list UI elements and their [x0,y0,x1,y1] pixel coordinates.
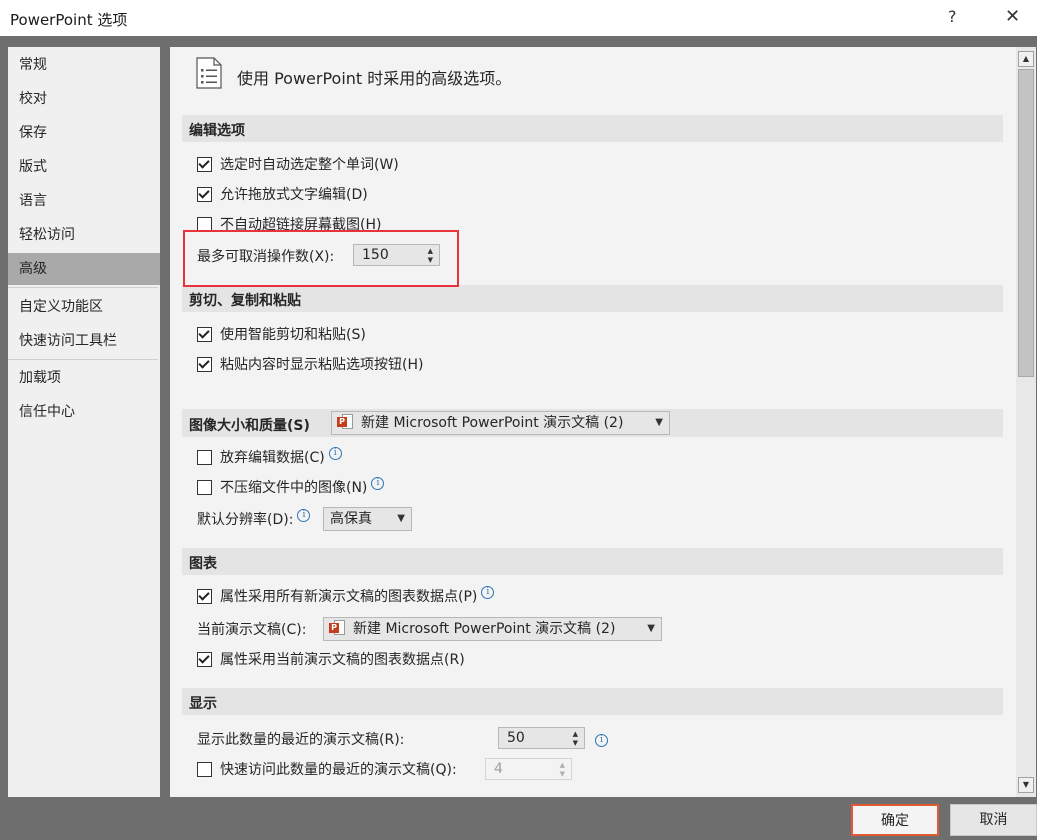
chevron-down-icon[interactable]: ▼ [647,618,655,640]
checkbox-unchecked[interactable] [197,216,212,232]
option-label: 快速访问此数量的最近的演示文稿(Q): [220,762,457,778]
info-icon[interactable]: i [481,586,495,599]
info-icon[interactable]: i [595,734,608,747]
sidebar-item-trust-center[interactable]: 信任中心 [8,396,160,428]
image-document-select[interactable]: P 新建 Microsoft PowerPoint 演示文稿 (2) ▼ [331,411,670,435]
options-list-icon [196,57,222,89]
section-clipboard: 剪切、复制和粘贴 [182,285,1003,312]
info-icon[interactable]: i [328,447,342,460]
options-content: 使用 PowerPoint 时采用的高级选项。 编辑选项 选定时自动选定整个单词… [170,47,1016,797]
section-title: 图表 [189,556,217,572]
option-drag-drop[interactable]: 允许拖放式文字编辑(D) [197,184,368,206]
sidebar-item-save[interactable]: 保存 [8,117,160,149]
option-label: 允许拖放式文字编辑(D) [220,187,368,203]
option-no-compress-images[interactable]: 不压缩文件中的图像(N) i [197,477,385,499]
sidebar-item-accessibility[interactable]: 轻松访问 [8,219,160,251]
sidebar-item-customize-ribbon[interactable]: 自定义功能区 [8,291,160,323]
scroll-thumb[interactable] [1018,69,1034,377]
sidebar-item-quick-access-toolbar[interactable]: 快速访问工具栏 [8,325,160,357]
checkbox-checked[interactable] [197,588,212,604]
info-icon[interactable]: i [297,509,311,522]
sidebar-item-language[interactable]: 语言 [8,185,160,217]
option-label: 属性采用所有新演示文稿的图表数据点(P) [220,589,478,605]
chevron-up-icon: ▲ [559,761,565,769]
stepper-value: 150 [362,247,389,263]
option-label: 使用智能剪切和粘贴(S) [220,327,366,343]
option-label: 选定时自动选定整个单词(W) [220,157,399,173]
option-no-hyperlink-screenshot[interactable]: 不自动超链接屏幕截图(H) [197,214,381,236]
checkbox-checked[interactable] [197,326,212,342]
sidebar-item-layout[interactable]: 版式 [8,151,160,183]
content-scrollbar[interactable]: ▲ ▼ [1016,47,1036,797]
checkbox-checked[interactable] [197,651,212,667]
chevron-down-icon: ▼ [559,770,565,778]
option-label: 粘贴内容时显示粘贴选项按钮(H) [220,357,424,373]
recent-presentations-stepper[interactable]: 50 ▲ ▼ [498,727,585,749]
stepper-value: 4 [494,761,503,777]
option-quick-access-recent[interactable]: 快速访问此数量的最近的演示文稿(Q): [197,759,457,781]
powerpoint-file-icon: P [337,414,355,430]
checkbox-checked[interactable] [197,156,212,172]
page-title: 使用 PowerPoint 时采用的高级选项。 [237,69,512,88]
select-value: 新建 Microsoft PowerPoint 演示文稿 (2) [353,621,616,637]
recent-presentations-label: 显示此数量的最近的演示文稿(R): [197,732,405,748]
sidebar-nav: 常规 校对 保存 版式 语言 轻松访问 高级 自定义功能区 快速访问工具栏 加载… [8,47,160,797]
checkbox-unchecked[interactable] [197,761,212,777]
option-chart-current[interactable]: 属性采用当前演示文稿的图表数据点(R) [197,649,465,671]
close-icon[interactable]: ✕ [1005,6,1020,27]
nav-divider [8,287,158,288]
chart-document-select[interactable]: P 新建 Microsoft PowerPoint 演示文稿 (2) ▼ [323,617,662,641]
current-presentation-label: 当前演示文稿(C): [197,622,307,638]
select-value: 高保真 [330,511,372,527]
chevron-down-icon[interactable]: ▼ [655,412,663,434]
section-title: 图像大小和质量(S) [189,418,310,434]
chevron-up-icon[interactable]: ▲ [428,247,433,255]
checkbox-unchecked[interactable] [197,449,212,465]
section-title: 编辑选项 [189,123,245,139]
chevron-down-icon[interactable]: ▼ [428,256,433,264]
option-label: 默认分辨率(D): [197,512,294,528]
option-label: 不自动超链接屏幕截图(H) [220,217,382,233]
undo-count-stepper[interactable]: 150 ▲ ▼ [353,244,440,266]
section-display: 显示 [182,688,1003,715]
scroll-up-icon[interactable]: ▲ [1018,51,1034,67]
stepper-value: 50 [507,730,525,746]
scroll-down-icon[interactable]: ▼ [1018,777,1034,793]
chevron-up-icon[interactable]: ▲ [573,730,578,738]
default-resolution-label: 默认分辨率(D): i [197,509,311,531]
sidebar-item-addins[interactable]: 加载项 [8,362,160,394]
ok-button[interactable]: 确定 [851,804,939,836]
nav-divider [8,359,158,360]
option-paste-options-button[interactable]: 粘贴内容时显示粘贴选项按钮(H) [197,354,423,376]
section-title: 显示 [189,696,217,712]
powerpoint-file-icon: P [329,620,347,636]
checkbox-checked[interactable] [197,356,212,372]
option-label: 放弃编辑数据(C) [220,450,325,466]
option-chart-all-new[interactable]: 属性采用所有新演示文稿的图表数据点(P) i [197,586,495,608]
checkbox-checked[interactable] [197,186,212,202]
chevron-down-icon[interactable]: ▼ [573,739,578,747]
option-label: 不压缩文件中的图像(N) [220,480,368,496]
sidebar-item-general[interactable]: 常规 [8,49,160,81]
help-icon[interactable]: ? [948,7,957,26]
undo-count-label: 最多可取消操作数(X): [197,249,335,265]
info-icon[interactable]: i [371,477,385,490]
option-smart-cut-paste[interactable]: 使用智能剪切和粘贴(S) [197,324,366,346]
default-resolution-select[interactable]: 高保真 ▼ [323,507,412,531]
checkbox-unchecked[interactable] [197,479,212,495]
title-bar: PowerPoint 选项 ? ✕ [0,0,1037,36]
select-value: 新建 Microsoft PowerPoint 演示文稿 (2) [361,415,624,431]
section-title: 剪切、复制和粘贴 [189,293,301,309]
option-discard-edit-data[interactable]: 放弃编辑数据(C) i [197,447,342,469]
quick-access-recent-stepper[interactable]: 4 ▲ ▼ [485,758,572,780]
cancel-button[interactable]: 取消 [950,804,1037,836]
section-editing: 编辑选项 [182,115,1003,142]
option-label: 属性采用当前演示文稿的图表数据点(R) [220,652,465,668]
window-title: PowerPoint 选项 [10,11,128,29]
chevron-down-icon[interactable]: ▼ [397,508,405,530]
option-auto-select-word[interactable]: 选定时自动选定整个单词(W) [197,154,399,176]
sidebar-item-proofing[interactable]: 校对 [8,83,160,115]
sidebar-item-advanced[interactable]: 高级 [8,253,160,285]
section-chart: 图表 [182,548,1003,575]
